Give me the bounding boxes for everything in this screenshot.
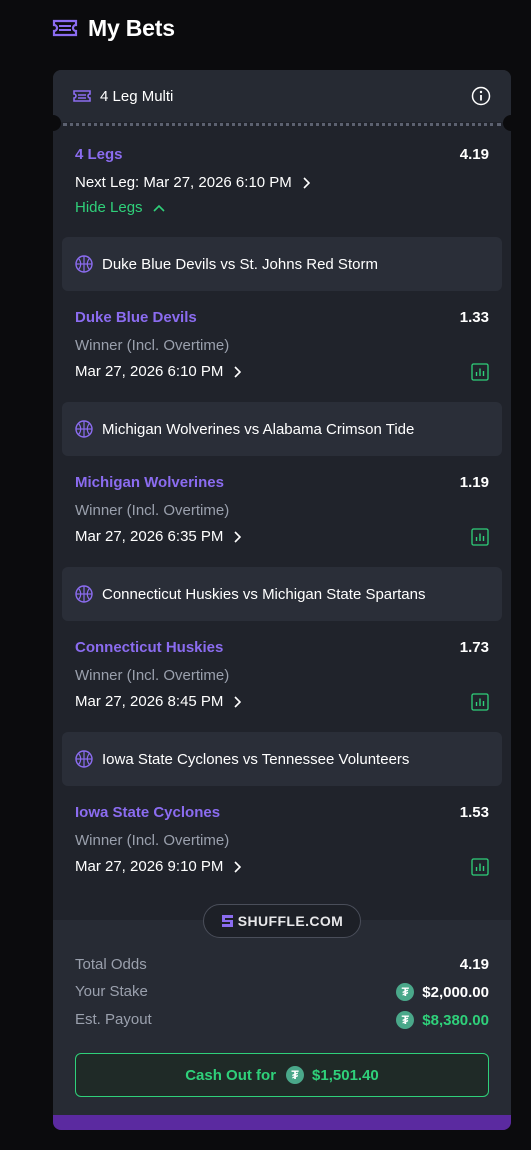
- leg-selection[interactable]: Iowa State Cyclones: [75, 804, 220, 821]
- cash-out-label: Cash Out for: [185, 1066, 277, 1084]
- hide-legs-toggle[interactable]: Hide Legs: [75, 199, 165, 216]
- leg-selection[interactable]: Michigan Wolverines: [75, 474, 224, 491]
- leg-date: Mar 27, 2026 8:45 PM: [75, 693, 224, 710]
- leg-date-link[interactable]: Mar 27, 2026 8:45 PM: [75, 693, 242, 710]
- hide-legs-label: Hide Legs: [75, 199, 143, 216]
- info-icon[interactable]: [471, 86, 491, 106]
- payout-value: $8,380.00: [422, 1011, 489, 1029]
- leg-date-link[interactable]: Mar 27, 2026 6:35 PM: [75, 528, 242, 545]
- leg-date-link[interactable]: Mar 27, 2026 9:10 PM: [75, 858, 242, 875]
- leg-odds: 1.33: [459, 309, 489, 326]
- next-leg-link[interactable]: Next Leg: Mar 27, 2026 6:10 PM: [75, 174, 310, 191]
- bet-odds: 4.19: [459, 146, 489, 163]
- cash-out-amount: $1,501.40: [312, 1066, 379, 1084]
- leg-date: Mar 27, 2026 9:10 PM: [75, 858, 224, 875]
- stats-chart-icon[interactable]: [471, 693, 489, 711]
- leg-market: Winner (Incl. Overtime): [75, 832, 230, 849]
- basketball-icon: [75, 585, 93, 603]
- match-title: Connecticut Huskies vs Michigan State Sp…: [102, 586, 426, 603]
- leg-market: Winner (Incl. Overtime): [75, 667, 230, 684]
- cash-out-button[interactable]: Cash Out for ₮ $1,501.40: [75, 1053, 489, 1097]
- match-title: Duke Blue Devils vs St. Johns Red Storm: [102, 256, 378, 273]
- chevron-right-icon: [234, 530, 242, 543]
- stake-label: Your Stake: [75, 983, 148, 1000]
- basketball-icon: [75, 255, 93, 273]
- bet-type-label: 4 Leg Multi: [100, 88, 174, 105]
- match-header[interactable]: Duke Blue Devils vs St. Johns Red Storm: [62, 237, 502, 291]
- match-header[interactable]: Michigan Wolverines vs Alabama Crimson T…: [62, 402, 502, 456]
- brand-name: SHUFFLE.COM: [237, 913, 344, 929]
- match-title: Iowa State Cyclones vs Tennessee Volunte…: [102, 751, 410, 768]
- page-title: My Bets: [88, 14, 175, 41]
- chevron-right-icon: [303, 176, 310, 189]
- leg-date: Mar 27, 2026 6:35 PM: [75, 528, 224, 545]
- leg-date: Mar 27, 2026 6:10 PM: [75, 363, 224, 380]
- leg-market: Winner (Incl. Overtime): [75, 337, 230, 354]
- multi-bet-icon: [73, 90, 91, 102]
- shuffle-logo-icon: [221, 915, 233, 927]
- chevron-up-icon: [152, 204, 165, 212]
- chevron-right-icon: [234, 860, 242, 873]
- stats-chart-icon[interactable]: [471, 528, 489, 546]
- leg-market: Winner (Incl. Overtime): [75, 502, 230, 519]
- leg-odds: 1.53: [459, 804, 489, 821]
- basketball-icon: [75, 420, 93, 438]
- bet-card-header: 4 Leg Multi: [53, 70, 511, 122]
- stats-chart-icon[interactable]: [471, 858, 489, 876]
- tether-coin-icon: ₮: [396, 1011, 415, 1029]
- match-title: Michigan Wolverines vs Alabama Crimson T…: [102, 421, 415, 438]
- brand-badge: SHUFFLE.COM: [203, 904, 361, 938]
- card-bottom-accent: [53, 1115, 511, 1130]
- ticket-icon: [52, 19, 78, 37]
- stake-value: $2,000.00: [422, 983, 489, 1001]
- leg-odds: 1.19: [459, 474, 489, 491]
- payout-label: Est. Payout: [75, 1011, 152, 1028]
- stake-value-row: ₮ $2,000.00: [396, 983, 489, 1001]
- bet-card: 4 Leg Multi 4 Legs 4.19 Next Leg: Mar 27…: [53, 70, 511, 1130]
- chevron-right-icon: [234, 695, 242, 708]
- ticket-perforation: [53, 115, 511, 131]
- match-header[interactable]: Connecticut Huskies vs Michigan State Sp…: [62, 567, 502, 621]
- leg-date-link[interactable]: Mar 27, 2026 6:10 PM: [75, 363, 242, 380]
- tether-coin-icon: ₮: [396, 983, 415, 1001]
- chevron-right-icon: [234, 365, 242, 378]
- leg-selection[interactable]: Duke Blue Devils: [75, 309, 197, 326]
- leg-odds: 1.73: [459, 639, 489, 656]
- payout-value-row: ₮ $8,380.00: [396, 1011, 489, 1029]
- match-header[interactable]: Iowa State Cyclones vs Tennessee Volunte…: [62, 732, 502, 786]
- tether-coin-icon: ₮: [286, 1066, 305, 1084]
- next-leg-text: Next Leg: Mar 27, 2026 6:10 PM: [75, 174, 292, 191]
- stats-chart-icon[interactable]: [471, 363, 489, 381]
- legs-count: 4 Legs: [75, 146, 123, 163]
- page-header: My Bets: [52, 12, 175, 44]
- basketball-icon: [75, 750, 93, 768]
- total-odds-label: Total Odds: [75, 956, 147, 973]
- leg-selection[interactable]: Connecticut Huskies: [75, 639, 223, 656]
- total-odds-value: 4.19: [459, 956, 489, 973]
